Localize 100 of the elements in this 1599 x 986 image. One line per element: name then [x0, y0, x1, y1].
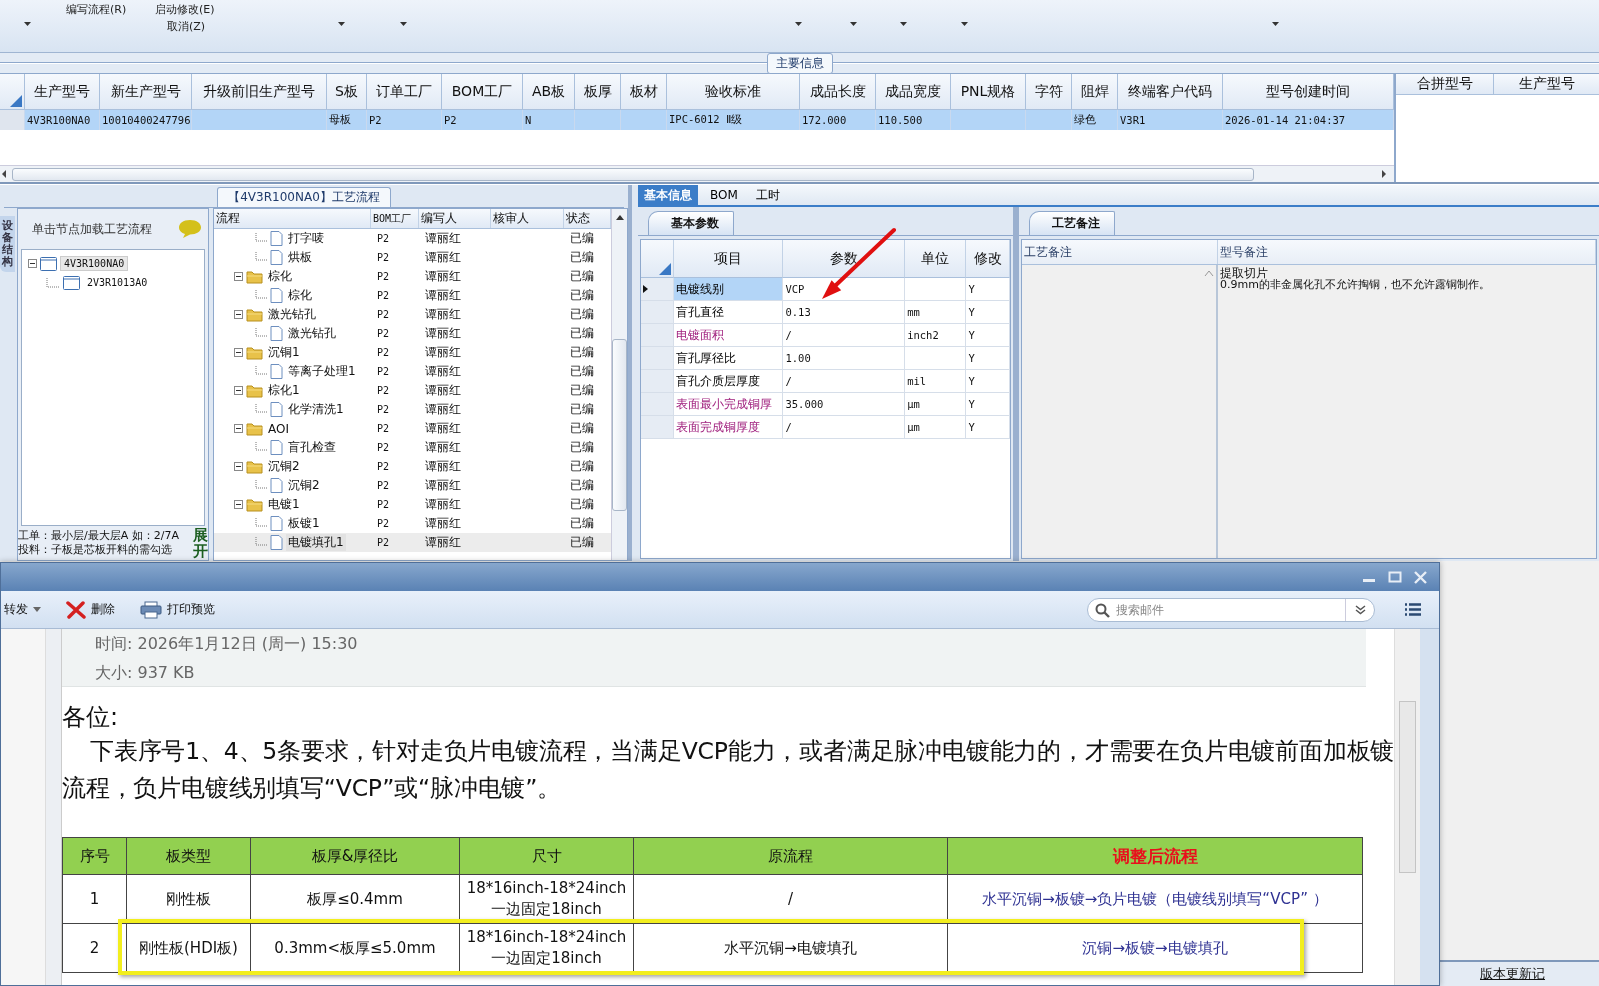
collapse-toggle-icon[interactable] — [234, 462, 243, 471]
toolbar-button[interactable]: 转发 — [1, 599, 41, 620]
column-header: 板厚&厚径比 — [250, 837, 460, 875]
table-cell: inch2 — [905, 324, 967, 346]
table-cell-text: P2 — [376, 498, 391, 512]
connector-line — [255, 517, 267, 530]
search-icon — [1095, 602, 1110, 618]
sub-tab[interactable]: 基本参数 — [648, 211, 734, 235]
tab[interactable]: 基本信息 — [638, 185, 698, 205]
greeting-text: 各位: — [62, 702, 120, 733]
column-header[interactable]: 修改 — [966, 240, 1010, 278]
tree-node[interactable]: 沉铜2 — [266, 458, 302, 475]
tree-node[interactable]: 激光钻孔 — [266, 306, 318, 323]
search-field[interactable]: 搜索邮件 — [1087, 597, 1375, 622]
column-header[interactable]: 单位 — [905, 240, 967, 278]
tab[interactable]: 工时 — [749, 185, 786, 205]
tree-node[interactable]: 烘板 — [286, 249, 314, 266]
tree-node[interactable]: 棕化 — [286, 287, 314, 304]
tree-node[interactable]: 沉铜1 — [266, 344, 302, 361]
table-cell-text: 已编 — [569, 268, 595, 285]
maximize-icon[interactable] — [1388, 571, 1402, 583]
column-header[interactable]: 合拼型号 — [1396, 74, 1494, 94]
table-cell: / — [783, 370, 906, 392]
toolbar-button[interactable]: 打印预览 — [137, 598, 215, 621]
dropdown-caret-icon[interactable] — [400, 22, 407, 26]
tree-node[interactable]: 棕化1 — [266, 382, 302, 399]
table-cell: / — [783, 416, 906, 438]
table-cell-text: 谭丽红 — [424, 458, 462, 475]
scroll-thumb[interactable] — [1399, 701, 1416, 873]
connector-line — [255, 327, 267, 340]
command-button[interactable]: 取消(Z) — [167, 19, 206, 34]
dropdown-caret-icon[interactable] — [961, 22, 968, 26]
tree-node[interactable]: AOI — [266, 421, 291, 436]
speech-bubble-icon — [178, 219, 202, 239]
document-icon — [270, 478, 283, 493]
dropdown-caret-icon[interactable] — [1272, 22, 1279, 26]
table-cell-text: P2 — [376, 365, 391, 379]
close-icon[interactable] — [1414, 570, 1427, 584]
tree-node[interactable]: 化学清洗1 — [286, 401, 346, 418]
document-icon — [270, 516, 283, 531]
column-header[interactable]: 工艺备注 — [1022, 240, 1218, 264]
tree-node[interactable]: 等离子处理1 — [286, 363, 358, 380]
dropdown-caret-icon[interactable] — [338, 22, 345, 26]
tree-node[interactable]: 棕化 — [266, 268, 294, 285]
dropdown-caret-icon[interactable] — [900, 22, 907, 26]
table-cell-text: P2 — [376, 479, 391, 493]
toolbar-button[interactable]: 删除 — [63, 598, 115, 621]
table-cell-text: P2 — [376, 308, 391, 322]
collapse-toggle-icon[interactable] — [234, 272, 243, 281]
tree-node[interactable]: 打字唛 — [286, 230, 326, 247]
table-cell-text: 谭丽红 — [424, 382, 462, 399]
column-header[interactable]: 流程 — [214, 209, 371, 228]
table-cell: Y — [966, 324, 1010, 346]
document-icon — [270, 288, 283, 303]
scroll-right-icon[interactable] — [1380, 169, 1388, 179]
chevron-down-icon[interactable] — [1354, 604, 1366, 615]
tree-node[interactable]: 电镀1 — [266, 496, 302, 513]
collapse-toggle-icon[interactable] — [234, 310, 243, 319]
column-header[interactable]: 生产型号 — [1494, 74, 1599, 94]
folder-icon — [246, 459, 263, 474]
column-header[interactable]: 编写人 — [419, 209, 491, 228]
scroll-up-icon[interactable] — [614, 213, 625, 221]
tree-node[interactable]: 盲孔检查 — [286, 439, 338, 456]
scroll-thumb[interactable] — [612, 339, 627, 511]
dropdown-caret-icon[interactable] — [850, 22, 857, 26]
collapse-toggle-icon[interactable] — [234, 424, 243, 433]
column-header[interactable]: 核审人 — [491, 209, 564, 228]
sub-tab[interactable]: 工艺备注 — [1029, 211, 1115, 235]
column-header[interactable]: BOM工厂 — [371, 209, 419, 228]
table-cell-text: 谭丽红 — [424, 534, 462, 551]
table-cell: 母板 — [327, 110, 367, 130]
dropdown-caret-icon[interactable] — [795, 22, 802, 26]
table-cell: 172.000 — [800, 110, 876, 130]
expand-button[interactable]: 展开 — [192, 526, 208, 560]
column-header[interactable]: 参数 — [783, 240, 906, 278]
side-tab[interactable]: 设备结构 — [0, 216, 15, 273]
tree-node[interactable]: 2V3R1013A0 — [83, 275, 152, 290]
tree-node[interactable]: 板镀1 — [286, 515, 322, 532]
tree-node[interactable]: 激光钻孔 — [286, 325, 338, 342]
table-cell: 盲孔直径 — [673, 301, 784, 323]
scroll-left-icon[interactable] — [0, 169, 8, 179]
column-header[interactable]: 型号备注 — [1218, 240, 1596, 264]
command-button[interactable]: 编写流程(R) — [66, 2, 127, 17]
tree-node[interactable]: 4V3R100NA0 — [60, 256, 129, 271]
collapse-toggle-icon[interactable] — [234, 500, 243, 509]
table-cell-text: P2 — [376, 384, 391, 398]
table-cell-text: 谭丽红 — [424, 287, 462, 304]
tree-node[interactable]: 电镀填孔1 — [286, 534, 346, 551]
collapse-toggle-icon[interactable] — [234, 386, 243, 395]
command-button[interactable]: 启动修改(E) — [155, 2, 215, 17]
collapse-toggle-icon[interactable] — [28, 259, 37, 268]
corner-triangle-icon — [10, 95, 22, 107]
collapse-toggle-icon[interactable] — [234, 348, 243, 357]
scroll-thumb[interactable] — [12, 167, 1254, 181]
tree-node[interactable]: 沉铜2 — [286, 477, 322, 494]
dropdown-caret-icon[interactable] — [24, 22, 31, 26]
version-history-link[interactable]: 版本更新记 — [1480, 965, 1545, 983]
table-cell-text: 谭丽红 — [424, 344, 462, 361]
menu-icon[interactable] — [1405, 603, 1421, 616]
tab[interactable]: BOM — [704, 185, 744, 205]
